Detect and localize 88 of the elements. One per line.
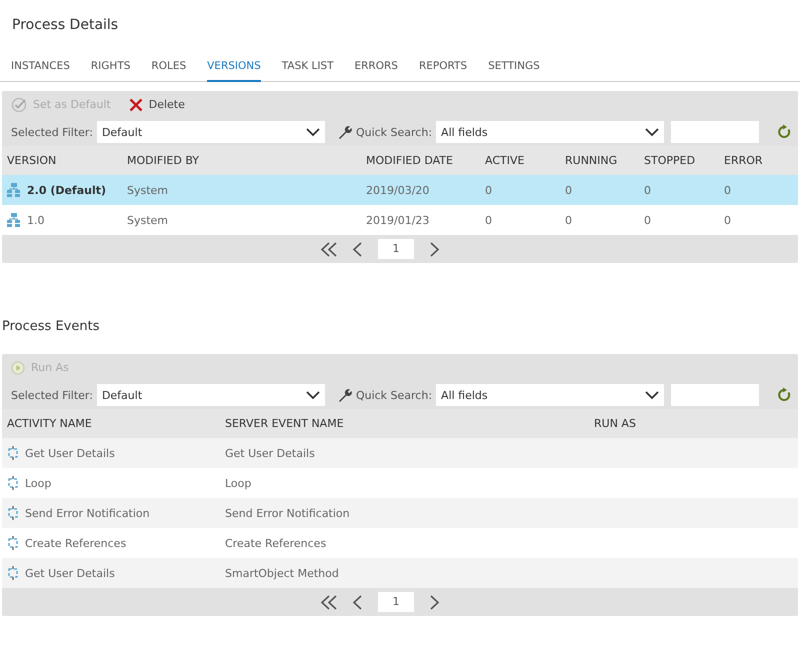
column-header: STOPPED [643,154,696,167]
tab[interactable]: SETTINGS [488,56,540,82]
table-cell: Loop [225,476,252,490]
page-title: Process Details [11,16,120,35]
page-number-field[interactable]: 1 [378,592,414,612]
table-cell: Get User Details [225,446,315,460]
event-icon [6,505,20,521]
filter-label: Selected Filter: [11,126,93,138]
filter-dropdown[interactable]: Default [96,121,325,143]
table-row[interactable]: Get User Details SmartObject Method [2,558,798,588]
table-row[interactable]: Create References Create References [2,528,798,558]
search-label: Quick Search: [356,388,432,402]
table-cell: System [127,214,168,226]
table-row[interactable]: 2.0 (Default) System 2019/03/20 0 0 0 0 [2,175,798,205]
wrench-icon [336,124,353,140]
table-cell: 0 [724,214,731,226]
tab[interactable]: INSTANCES [11,56,70,82]
column-header: VERSION [6,154,58,167]
wrench-icon [336,387,353,403]
previous-page-icon [352,240,364,258]
first-page-icon [320,594,338,610]
table-cell: Get User Details [25,446,115,460]
tab[interactable]: ROLES [151,56,186,82]
column-header: SERVER EVENT NAME [224,417,345,430]
table-cell: 2019/01/23 [366,214,430,226]
tab[interactable]: VERSIONS [207,56,261,82]
table-cell: 0 [644,214,651,226]
tab[interactable]: RIGHTS [90,56,130,82]
search-label: Quick Search: [356,126,432,138]
tab[interactable]: ERRORS [354,56,398,82]
search-field[interactable] [671,121,760,143]
column-header: RUNNING [564,154,618,167]
table-row[interactable]: 1.0 System 2019/01/23 0 0 0 0 [2,205,798,235]
next-page-icon [428,240,440,258]
column-header: RUN AS [593,417,637,430]
tab[interactable]: REPORTS [418,56,468,82]
chevron-down-icon [645,390,660,400]
search-field-dropdown[interactable]: All fields [436,384,664,406]
chevron-down-icon [306,128,320,136]
column-header: ACTIVE [484,154,526,167]
table-cell: Send Error Notification [225,506,350,520]
table-cell: 2.0 (Default) [27,184,106,196]
table-cell: Create References [225,536,326,550]
column-header: MODIFIED DATE [365,154,454,167]
hierarchy-icon [6,182,22,198]
filter-label: Selected Filter: [11,388,93,402]
column-header: MODIFIED BY [126,154,200,167]
search-field-dropdown[interactable]: All fields [436,121,664,143]
delete-icon [128,98,143,112]
section-heading: Process Events [1,319,100,334]
table-cell: 0 [644,184,651,196]
table-cell: Create References [25,536,126,550]
column-header: ACTIVITY NAME [6,417,93,430]
chevron-down-icon [645,128,660,136]
table-cell: 0 [724,184,731,196]
event-icon [6,475,20,491]
toolbar-button[interactable]: Delete [128,98,185,112]
event-icon [6,445,20,461]
table-row[interactable]: Send Error Notification Send Error Notification [2,498,798,528]
table-cell: System [127,184,168,196]
table-cell: Send Error Notification [25,506,150,520]
filter-dropdown[interactable]: Default [96,384,325,406]
tab[interactable]: TASK LIST [282,56,334,82]
first-page-icon [320,240,338,258]
previous-page-icon [352,594,364,610]
next-page-icon [428,594,440,610]
hierarchy-icon [6,212,22,228]
event-icon [6,565,20,581]
table-cell: 1.0 [27,214,44,226]
table-row[interactable]: Loop Loop [2,468,798,498]
refresh-icon [776,387,792,403]
search-field[interactable] [671,384,760,406]
table-cell: Loop [25,476,52,490]
play-icon [11,360,25,374]
table-cell: 0 [565,184,572,196]
table-cell: 0 [565,214,572,226]
column-header: ERROR [723,154,764,167]
table-cell: 0 [485,214,492,226]
check-icon [11,96,27,112]
page-number-field[interactable]: 1 [378,239,414,259]
table-row[interactable]: Get User Details Get User Details [2,438,798,468]
chevron-down-icon [306,390,320,400]
event-icon [6,535,20,551]
refresh-icon [776,124,792,140]
table-cell: SmartObject Method [225,566,339,580]
table-cell: 2019/03/20 [366,184,430,196]
table-cell: Get User Details [25,566,115,580]
table-cell: 0 [485,184,492,196]
